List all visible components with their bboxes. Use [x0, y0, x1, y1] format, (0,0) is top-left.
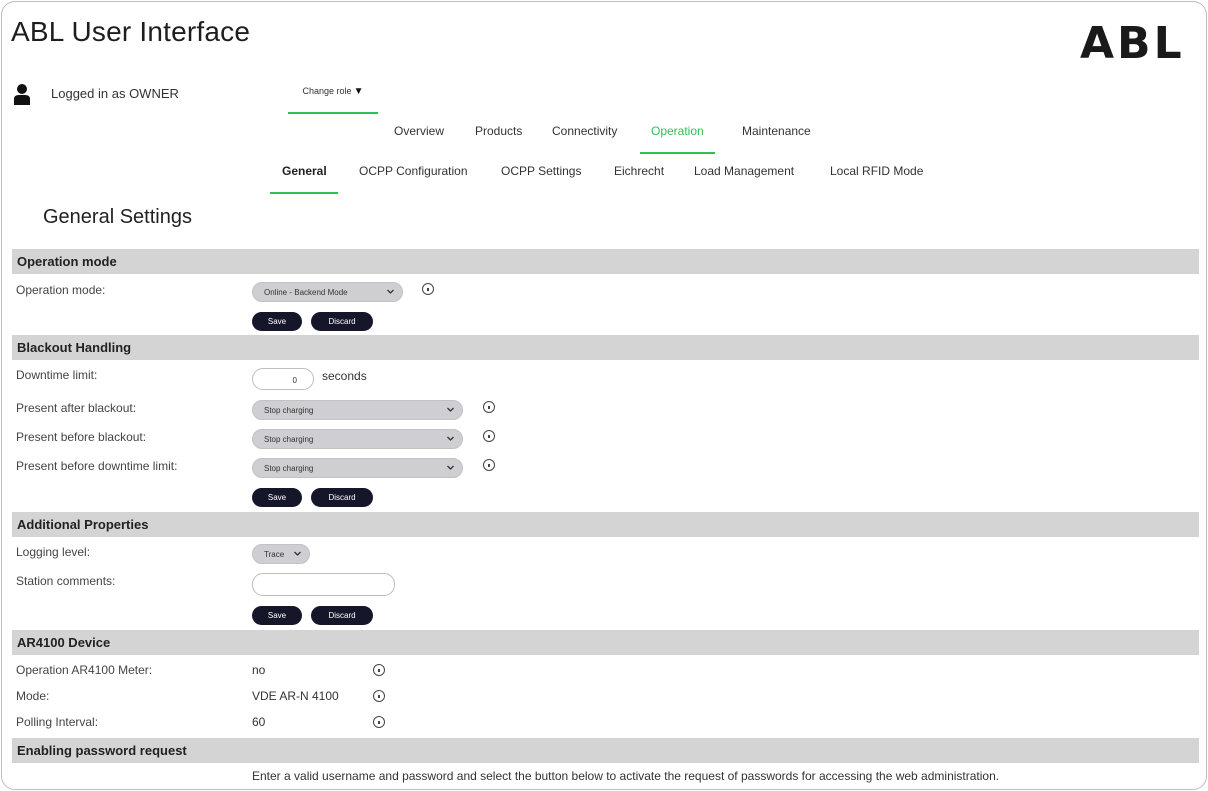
info-icon[interactable] [373, 690, 385, 702]
logging-level-label: Logging level: [16, 545, 91, 559]
tab-ocpp-configuration[interactable]: OCPP Configuration [359, 164, 468, 178]
station-comments-label: Station comments: [16, 574, 116, 588]
present-before-downtime-limit-value: Stop charging [264, 464, 314, 473]
operation-ar4100-meter-label: Operation AR4100 Meter: [16, 663, 153, 677]
section-enabling-password-request: Enabling password request [12, 738, 1199, 763]
tab-eichrecht[interactable]: Eichrecht [614, 164, 664, 178]
discard-button[interactable]: Discard [311, 312, 373, 331]
chevron-down-icon [387, 289, 394, 294]
section-operation-mode: Operation mode [12, 249, 1199, 274]
present-before-downtime-limit-select[interactable]: Stop charging [252, 458, 463, 478]
station-comments-input[interactable] [252, 573, 395, 596]
nav-connectivity[interactable]: Connectivity [552, 124, 617, 138]
nav-operation[interactable]: Operation [640, 124, 715, 154]
change-role-dropdown[interactable]: Change role ▼ [288, 82, 378, 114]
polling-interval-label: Polling Interval: [16, 715, 99, 729]
downtime-limit-input[interactable]: 0 [252, 368, 314, 390]
app-window: ABL User Interface ABL Logged in as OWNE… [1, 1, 1207, 790]
present-before-blackout-select[interactable]: Stop charging [252, 429, 463, 449]
info-icon[interactable] [483, 459, 495, 471]
info-icon[interactable] [483, 401, 495, 413]
logging-level-select[interactable]: Trace [252, 544, 310, 564]
chevron-down-icon [294, 551, 301, 556]
section-blackout-handling: Blackout Handling [12, 335, 1199, 360]
chevron-down-icon [447, 407, 454, 412]
user-icon [14, 84, 30, 105]
tab-ocpp-settings[interactable]: OCPP Settings [501, 164, 581, 178]
nav-products[interactable]: Products [475, 124, 522, 138]
tab-load-management[interactable]: Load Management [694, 164, 794, 178]
downtime-unit: seconds [322, 369, 367, 383]
operation-mode-value: Online - Backend Mode [264, 288, 348, 297]
nav-maintenance[interactable]: Maintenance [742, 124, 811, 138]
mode-label: Mode: [16, 689, 50, 703]
info-icon[interactable] [373, 664, 385, 676]
section-ar4100-device: AR4100 Device [12, 630, 1199, 655]
save-button[interactable]: Save [252, 488, 302, 507]
info-icon[interactable] [483, 430, 495, 442]
logged-in-text: Logged in as OWNER [51, 86, 179, 101]
change-role-label: Change role [302, 86, 352, 96]
mode-value: VDE AR-N 4100 [252, 689, 339, 703]
present-before-blackout-label: Present before blackout: [16, 430, 147, 444]
app-title: ABL User Interface [11, 16, 251, 47]
downtime-limit-label: Downtime limit: [16, 368, 98, 382]
info-icon[interactable] [373, 716, 385, 728]
logo-text: ABL [1080, 18, 1185, 62]
chevron-down-icon [447, 436, 454, 441]
page-title: General Settings [43, 206, 192, 228]
info-icon[interactable] [422, 283, 434, 295]
present-after-blackout-value: Stop charging [264, 406, 314, 415]
tab-local-rfid-mode[interactable]: Local RFID Mode [830, 164, 923, 178]
section-additional-properties: Additional Properties [12, 512, 1199, 537]
chevron-down-icon [447, 465, 454, 470]
nav-overview[interactable]: Overview [394, 124, 444, 138]
polling-interval-value: 60 [252, 715, 266, 729]
present-after-blackout-label: Present after blackout: [16, 401, 137, 415]
save-button[interactable]: Save [252, 312, 302, 331]
present-after-blackout-select[interactable]: Stop charging [252, 400, 463, 420]
logging-level-value: Trace [264, 550, 285, 559]
present-before-blackout-value: Stop charging [264, 435, 314, 444]
abl-logo: ABL [1080, 18, 1185, 62]
caret-down-icon: ▼ [353, 86, 364, 97]
tab-general[interactable]: General [270, 164, 338, 194]
operation-mode-label: Operation mode: [16, 283, 106, 297]
discard-button[interactable]: Discard [311, 606, 373, 625]
discard-button[interactable]: Discard [311, 488, 373, 507]
password-request-description: Enter a valid username and password and … [252, 769, 1000, 783]
operation-mode-select[interactable]: Online - Backend Mode [252, 282, 403, 302]
operation-ar4100-meter-value: no [252, 663, 266, 677]
save-button[interactable]: Save [252, 606, 302, 625]
present-before-downtime-limit-label: Present before downtime limit: [16, 459, 178, 473]
